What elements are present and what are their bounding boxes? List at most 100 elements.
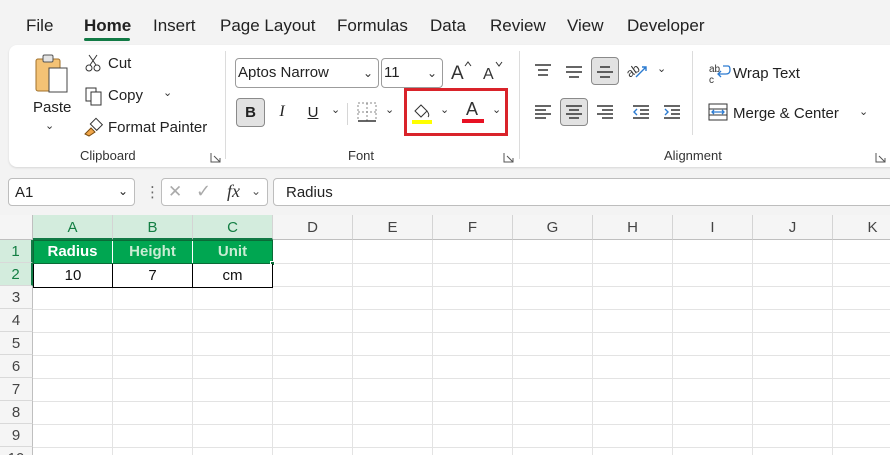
row-header[interactable]: 10 bbox=[0, 447, 33, 455]
gridline bbox=[33, 332, 890, 333]
font-dialog-launcher-icon[interactable] bbox=[503, 150, 514, 163]
font-name-value: Aptos Narrow bbox=[238, 64, 329, 81]
column-header[interactable]: B bbox=[113, 215, 193, 240]
borders-icon[interactable] bbox=[357, 102, 377, 122]
orientation-icon[interactable]: ab bbox=[623, 60, 648, 82]
column-header[interactable]: C bbox=[193, 215, 273, 240]
table-header-cell[interactable]: Unit bbox=[193, 240, 273, 264]
column-header[interactable]: I bbox=[673, 215, 753, 240]
orientation-dropdown-chevron-icon[interactable]: ⌄ bbox=[657, 62, 666, 75]
chevron-down-icon: ⌄ bbox=[362, 66, 373, 80]
tab-file[interactable]: File bbox=[26, 16, 53, 36]
decrease-indent-icon[interactable] bbox=[627, 98, 655, 126]
more-options-icon[interactable]: ⋮ bbox=[145, 183, 160, 201]
row-header[interactable]: 1 bbox=[0, 240, 33, 263]
bold-button[interactable]: B bbox=[236, 98, 265, 127]
align-left-icon[interactable] bbox=[529, 98, 557, 126]
tab-insert[interactable]: Insert bbox=[153, 16, 196, 36]
middle-align-icon[interactable] bbox=[560, 57, 588, 85]
row-header[interactable]: 7 bbox=[0, 378, 33, 401]
row-header[interactable]: 8 bbox=[0, 401, 33, 424]
table-cell[interactable]: 10 bbox=[33, 264, 113, 288]
row-header[interactable]: 6 bbox=[0, 355, 33, 378]
table-header-cell[interactable]: Radius bbox=[33, 240, 113, 264]
chevron-down-icon: ⌄ bbox=[426, 66, 437, 80]
table-header-cell[interactable]: Height bbox=[113, 240, 193, 264]
merge-center-dropdown-chevron-icon[interactable]: ⌄ bbox=[859, 105, 868, 118]
row-header[interactable]: 5 bbox=[0, 332, 33, 355]
column-header[interactable]: J bbox=[753, 215, 833, 240]
column-header[interactable]: H bbox=[593, 215, 673, 240]
font-name-dropdown[interactable]: Aptos Narrow ⌄ bbox=[235, 58, 379, 88]
tab-view[interactable]: View bbox=[567, 16, 604, 36]
column-header[interactable]: F bbox=[433, 215, 513, 240]
enter-icon[interactable]: ✓ bbox=[196, 181, 211, 202]
increase-font-size-icon[interactable]: A bbox=[451, 59, 473, 84]
gridline bbox=[112, 287, 113, 455]
tab-formulas[interactable]: Formulas bbox=[337, 16, 408, 36]
merge-center-button[interactable]: Merge & Center bbox=[733, 105, 839, 122]
gridline bbox=[272, 287, 273, 455]
gridline bbox=[512, 240, 513, 455]
active-tab-indicator bbox=[84, 38, 130, 41]
menu-bar: File Home Insert Page Layout Formulas Da… bbox=[0, 0, 890, 44]
font-size-dropdown[interactable]: 11 ⌄ bbox=[381, 58, 443, 88]
chevron-down-icon[interactable]: ⌄ bbox=[251, 184, 261, 198]
table-cell[interactable]: cm bbox=[193, 264, 273, 288]
font-size-value: 11 bbox=[384, 64, 400, 81]
row-header[interactable]: 9 bbox=[0, 424, 33, 447]
underline-button[interactable]: U bbox=[299, 98, 327, 126]
gridline bbox=[432, 240, 433, 455]
column-header[interactable]: A bbox=[33, 215, 113, 240]
underline-dropdown-chevron-icon[interactable]: ⌄ bbox=[331, 103, 340, 116]
formula-input[interactable]: Radius bbox=[273, 178, 890, 206]
format-painter-button[interactable]: Format Painter bbox=[108, 119, 207, 136]
paste-button[interactable]: Paste bbox=[33, 99, 71, 116]
tab-developer[interactable]: Developer bbox=[627, 16, 705, 36]
tab-home[interactable]: Home bbox=[84, 16, 131, 36]
align-center-icon[interactable] bbox=[560, 98, 588, 126]
italic-button[interactable]: I bbox=[268, 98, 296, 126]
tab-page-layout[interactable]: Page Layout bbox=[220, 16, 315, 36]
wrap-text-button[interactable]: Wrap Text bbox=[733, 65, 800, 82]
ribbon: Paste ⌄ Cut Copy ⌄ Format Painter Clipbo… bbox=[9, 45, 890, 167]
paste-icon[interactable] bbox=[33, 53, 73, 99]
copy-dropdown-chevron-icon[interactable]: ⌄ bbox=[163, 86, 172, 99]
gridline bbox=[352, 240, 353, 455]
row-header[interactable]: 2 bbox=[0, 263, 33, 286]
cut-button[interactable]: Cut bbox=[108, 55, 131, 72]
copy-button[interactable]: Copy bbox=[108, 87, 143, 104]
cancel-icon[interactable]: ✕ bbox=[168, 182, 182, 202]
svg-text:c: c bbox=[709, 75, 714, 84]
column-header[interactable]: K bbox=[833, 215, 890, 240]
top-align-icon[interactable] bbox=[529, 57, 557, 85]
format-painter-icon bbox=[82, 117, 104, 137]
bottom-align-icon[interactable] bbox=[591, 57, 619, 85]
gridline bbox=[33, 447, 890, 448]
chevron-down-icon: ⌄ bbox=[117, 184, 128, 198]
paste-dropdown-chevron-icon[interactable]: ⌄ bbox=[45, 119, 54, 132]
select-all-corner[interactable] bbox=[0, 215, 33, 240]
name-box-value: A1 bbox=[15, 184, 34, 201]
clipboard-dialog-launcher-icon[interactable] bbox=[210, 150, 221, 163]
tab-data[interactable]: Data bbox=[430, 16, 466, 36]
name-box[interactable]: A1 ⌄ bbox=[8, 178, 135, 206]
formula-value: Radius bbox=[286, 184, 333, 201]
decrease-font-size-icon[interactable]: A bbox=[483, 59, 505, 83]
row-header[interactable]: 4 bbox=[0, 309, 33, 332]
row-header[interactable]: 3 bbox=[0, 286, 33, 309]
borders-dropdown-chevron-icon[interactable]: ⌄ bbox=[385, 103, 394, 116]
svg-text:ab: ab bbox=[626, 61, 643, 80]
separator bbox=[347, 103, 348, 125]
cut-icon bbox=[85, 54, 103, 72]
font-group-label: Font bbox=[348, 148, 375, 163]
increase-indent-icon[interactable] bbox=[658, 98, 686, 126]
insert-function-button[interactable]: fx bbox=[227, 181, 240, 202]
align-right-icon[interactable] bbox=[591, 98, 619, 126]
column-header[interactable]: G bbox=[513, 215, 593, 240]
table-cell[interactable]: 7 bbox=[113, 264, 193, 288]
alignment-dialog-launcher-icon[interactable] bbox=[875, 150, 886, 163]
column-header[interactable]: E bbox=[353, 215, 433, 240]
column-header[interactable]: D bbox=[273, 215, 353, 240]
tab-review[interactable]: Review bbox=[490, 16, 546, 36]
